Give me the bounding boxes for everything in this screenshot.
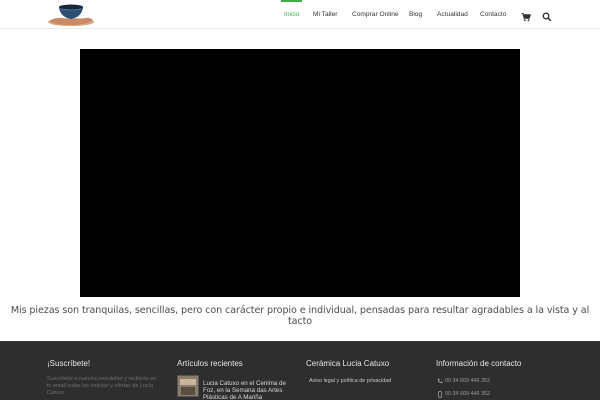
footer-subscribe-text: Suscríbete a nuestra newsletter y recibi… [47,376,157,396]
footer-subscribe-title: ¡Suscríbete! [47,359,91,368]
mobile-icon [438,391,442,398]
cart-icon[interactable] [521,9,532,22]
video-player[interactable] [80,49,520,297]
nav-mi-taller[interactable]: Mi Taller [313,0,337,29]
footer-recent-title: Artículos recientes [177,359,243,368]
tagline: Mis piezas son tranquilas, sencillas, pe… [10,305,590,327]
site-header: Inicio Mi Taller Comprar Online Blog Act… [0,0,600,29]
footer-company-title: Cerámica Lucia Catuxo [306,359,390,368]
contact-mobile-text: 00 34 669 446 352 [445,391,490,397]
legal-link[interactable]: Aviso legal y política de privacidad [309,378,391,384]
contact-phone-text: 00 34 669 446 352 [445,378,490,384]
phone-icon [437,378,443,384]
post-thumbnail[interactable] [177,375,199,397]
nav-comprar-online[interactable]: Comprar Online [352,0,399,29]
nav-inicio[interactable]: Inicio [280,0,303,29]
nav-actualidad[interactable]: Actualidad [437,0,468,29]
nav-blog[interactable]: Blog [409,0,422,29]
nav-contacto[interactable]: Contacto [480,0,506,29]
search-icon[interactable] [542,9,552,22]
recent-post-link[interactable]: Lucia Catuxo en el Cenima de Foz, en la … [203,380,295,400]
footer-contact-title: Información de contacto [436,359,522,368]
main-nav: Inicio Mi Taller Comprar Online Blog Act… [0,0,600,29]
